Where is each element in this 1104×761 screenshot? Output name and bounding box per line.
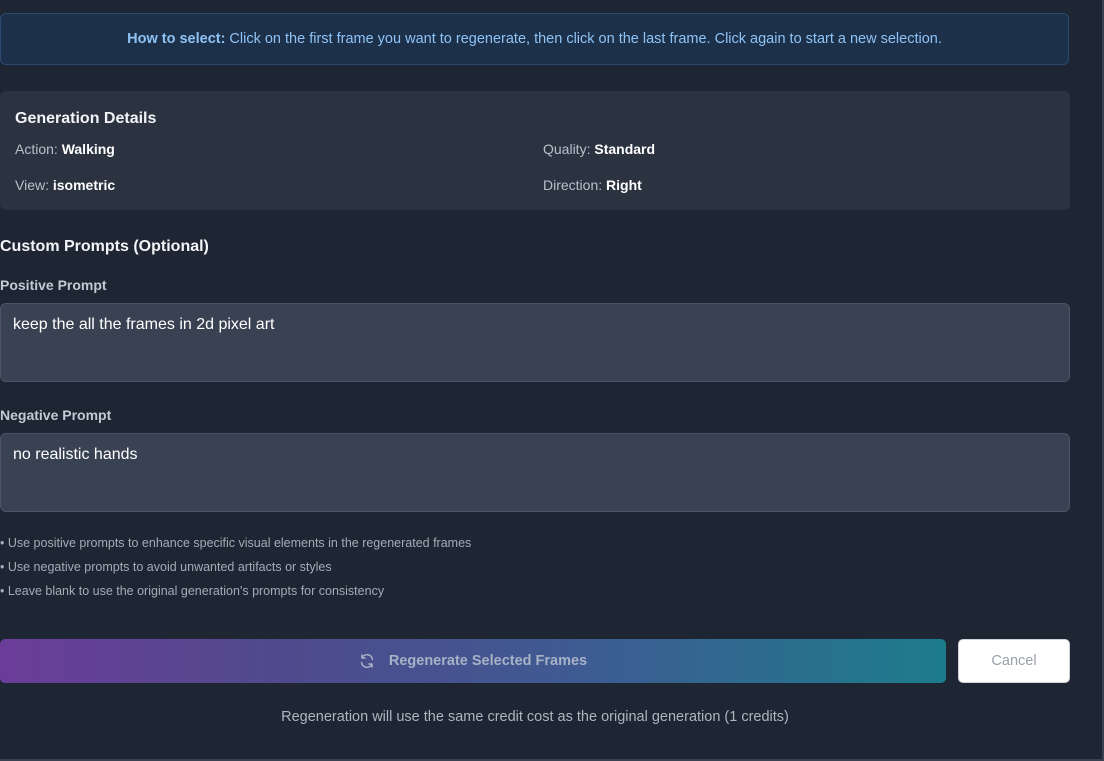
detail-action-label: Action: [15,141,58,157]
detail-quality-label: Quality: [543,141,591,157]
detail-direction-label: Direction: [543,177,603,193]
regenerate-selected-frames-button[interactable]: Regenerate Selected Frames [0,639,946,683]
detail-view-value: isometric [52,177,116,193]
positive-prompt-input[interactable]: keep the all the frames in 2d pixel art [0,303,1070,382]
tip-negative: • Use negative prompts to avoid unwanted… [0,560,332,574]
generation-details-panel: Generation Details Action: Walking Quali… [0,91,1070,210]
custom-prompts-title: Custom Prompts (Optional) [0,238,209,255]
tip-blank: • Leave blank to use the original genera… [0,584,385,598]
negative-prompt-label: Negative Prompt [0,407,112,423]
detail-action-value: Walking [61,141,115,157]
banner-text: Click on the first frame you want to reg… [229,31,942,47]
selection-instructions-banner: How to select: Click on the first frame … [0,13,1069,65]
tip-positive: • Use positive prompts to enhance specif… [0,536,472,550]
credit-cost-note: Regeneration will use the same credit co… [281,709,789,725]
positive-prompt-label: Positive Prompt [0,277,107,293]
generation-details-title: Generation Details [15,110,157,127]
regenerate-button-label: Regenerate Selected Frames [388,653,588,669]
prompt-tips: • Use positive prompts to enhance specif… [0,535,471,607]
detail-quality: Quality: Standard [543,141,655,157]
negative-prompt-input[interactable]: no realistic hands [0,433,1070,512]
detail-view-label: View: [15,177,49,193]
refresh-icon [359,653,375,669]
detail-action: Action: Walking [15,141,115,157]
detail-quality-value: Standard [594,141,656,157]
detail-direction: Direction: Right [543,177,642,193]
detail-direction-value: Right [606,177,642,193]
cancel-button[interactable]: Cancel [958,639,1070,683]
banner-heading: How to select: [127,31,226,47]
detail-view: View: isometric [15,177,115,193]
